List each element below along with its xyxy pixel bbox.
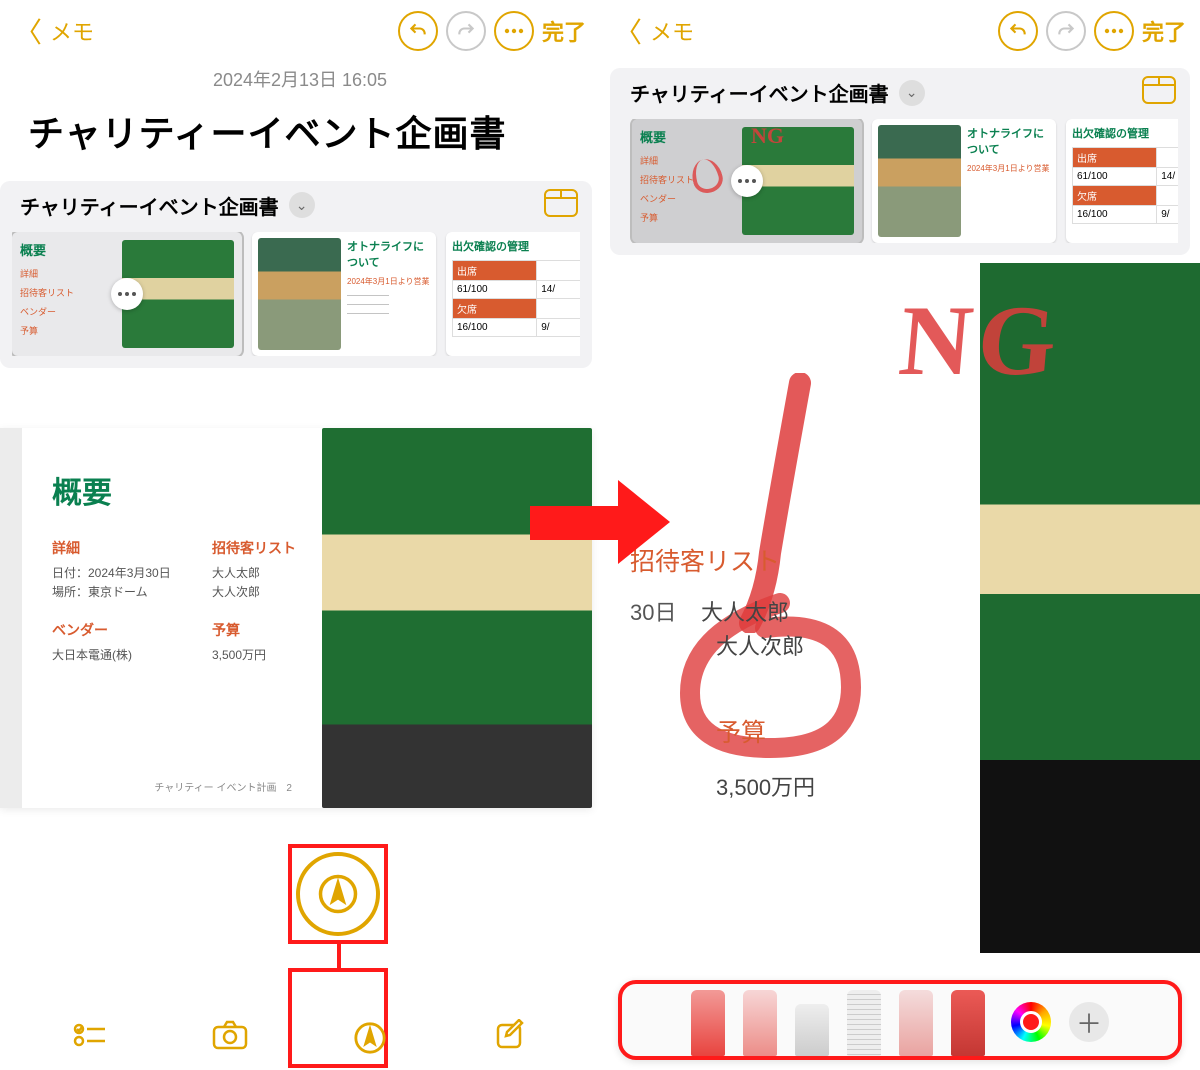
checklist-icon[interactable] bbox=[70, 1017, 110, 1053]
zoom-guests-label: 招待客リスト bbox=[630, 543, 1200, 582]
zoom-budget-value: 3,500万円 bbox=[630, 771, 1200, 805]
done-button[interactable]: 完了 bbox=[542, 15, 586, 47]
camera-icon[interactable] bbox=[210, 1017, 250, 1053]
attachment-gallery-right: チャリティーイベント企画書 ⌄ 概要 詳細招待客リストベンダー予算 NG オトナ… bbox=[610, 68, 1190, 255]
slide-thumbnail-3[interactable]: 出欠確認の管理 出席 61/10014/ 欠席 16/1009/ bbox=[1066, 119, 1178, 243]
back-chevron-icon[interactable]: 〈 bbox=[14, 11, 42, 51]
slide-thumbnail-1[interactable]: 概要 詳細招待客リストベンダー予算 NG bbox=[632, 119, 862, 243]
highlight-connector bbox=[337, 944, 341, 968]
slide-thumbnail-3[interactable]: 出欠確認の管理 出席 61/10014/ 欠席 16/1009/ bbox=[446, 232, 580, 356]
gallery-view-button[interactable] bbox=[544, 189, 578, 217]
header-bar: 〈 メモ 完了 bbox=[0, 0, 600, 62]
compose-icon[interactable] bbox=[490, 1017, 530, 1053]
thumbnail-more-icon[interactable] bbox=[731, 165, 763, 197]
note-title[interactable]: チャリティーイベント企画書 bbox=[0, 92, 600, 181]
color-picker-button[interactable] bbox=[1011, 1002, 1051, 1042]
slide-thumbnail-1[interactable]: 概要 詳細招待客リスト ベンダー予算 bbox=[12, 232, 242, 356]
expand-chevron-icon[interactable]: ⌄ bbox=[289, 192, 315, 218]
header-bar-right: 〈 メモ 完了 bbox=[600, 0, 1200, 62]
redo-button bbox=[1046, 11, 1086, 51]
slide-thumbnail-2[interactable]: オトナライフについて 2024年3月1日より営業 ―――――――――――――――… bbox=[252, 232, 436, 356]
pen-tool[interactable] bbox=[691, 990, 725, 1056]
slide-heading: 概要 bbox=[52, 468, 304, 512]
bottom-toolbar bbox=[0, 1014, 600, 1056]
attachment-title: チャリティーイベント企画書 bbox=[630, 78, 889, 107]
redo-button bbox=[446, 11, 486, 51]
markup-icon[interactable] bbox=[350, 1020, 390, 1056]
more-button[interactable] bbox=[494, 11, 534, 51]
undo-button[interactable] bbox=[398, 11, 438, 51]
slide-preview[interactable]: 概要 詳細日付：2024年3月30日場所：東京ドーム ベンダー大日本電通(株) … bbox=[0, 428, 592, 808]
marker-tool[interactable] bbox=[743, 990, 777, 1056]
attachment-title: チャリティーイベント企画書 bbox=[20, 191, 279, 220]
slide-thumbnail-2[interactable]: オトナライフについて 2024年3月1日より営業 bbox=[872, 119, 1056, 243]
back-label[interactable]: メモ bbox=[650, 15, 694, 47]
expand-chevron-icon[interactable]: ⌄ bbox=[899, 80, 925, 106]
gallery-view-button[interactable] bbox=[1142, 76, 1176, 104]
more-button[interactable] bbox=[1094, 11, 1134, 51]
eraser-tool[interactable] bbox=[795, 1004, 829, 1056]
thumbnail-more-icon[interactable] bbox=[111, 278, 143, 310]
markup-tool-palette: ＋ bbox=[618, 980, 1182, 1060]
slide-footer: チャリティー イベント計画 2 bbox=[154, 779, 292, 794]
undo-button[interactable] bbox=[998, 11, 1038, 51]
pencil-tool[interactable] bbox=[899, 990, 933, 1056]
transition-arrow-icon bbox=[530, 480, 670, 560]
zoom-canvas[interactable]: NG 招待客リスト 30日 大人太郎 大人次郎 予算 3,500万円 bbox=[600, 263, 1200, 805]
back-label[interactable]: メモ bbox=[50, 15, 94, 47]
crayon-tool[interactable] bbox=[951, 990, 985, 1056]
ruler-tool[interactable] bbox=[847, 990, 881, 1056]
back-chevron-icon[interactable]: 〈 bbox=[614, 11, 642, 51]
add-tool-button[interactable]: ＋ bbox=[1069, 1002, 1109, 1042]
attachment-gallery: チャリティーイベント企画書 ⌄ 概要 詳細招待客リスト ベンダー予算 オトナライ… bbox=[0, 181, 592, 368]
zoom-budget-label: 予算 bbox=[630, 714, 1200, 753]
done-button[interactable]: 完了 bbox=[1142, 15, 1186, 47]
highlight-box-1 bbox=[288, 844, 388, 944]
note-timestamp: 2024年2月13日 16:05 bbox=[0, 66, 600, 92]
